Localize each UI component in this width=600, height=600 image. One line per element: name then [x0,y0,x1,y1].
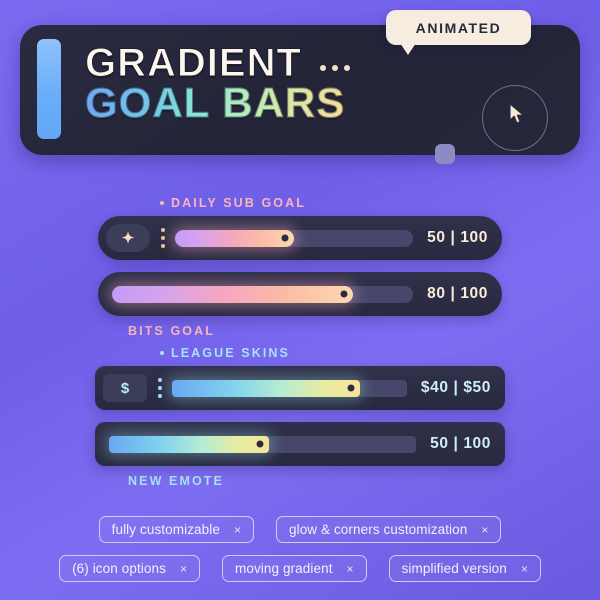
tag-label: glow & corners customization [288,522,468,537]
tag-icon-options[interactable]: (6) icon options × [59,555,200,582]
goal-bar-value: 50 | 100 [430,435,491,452]
drag-dots-icon[interactable] [158,378,162,398]
goal-bar-icon-glyph: $ [120,379,130,397]
resize-handle[interactable] [435,144,455,164]
sparkle-icon[interactable]: ✦ [106,224,150,252]
tag-label: moving gradient [234,561,333,576]
page-root: GRADIENT GOAL BARS ANIMATED DAILY SUB GO… [0,0,600,600]
ellipsis-dots-icon [319,65,350,72]
tag-close-icon[interactable]: × [234,523,241,537]
goal-bar-knob[interactable] [281,234,289,242]
goal-bar-track[interactable] [172,379,407,397]
tag-simplified-version[interactable]: simplified version × [388,555,541,582]
title-group: GRADIENT GOAL BARS [85,41,350,125]
goal-bar-fill [175,229,295,247]
goal-bar-label: BITS GOAL [128,324,600,338]
tag-close-icon[interactable]: × [180,562,187,576]
tag-close-icon[interactable]: × [521,562,528,576]
goal-bar-knob[interactable] [347,384,355,392]
goal-bar-label: DAILY SUB GOAL [160,196,600,210]
page-title-sub: GOAL BARS [85,80,350,125]
goal-bar-label-text: LEAGUE SKINS [171,346,290,360]
goal-bar-label: NEW EMOTE [128,474,600,488]
goal-bar-track-container[interactable]: 80 | 100 [98,272,502,316]
goal-bar-track[interactable] [112,285,414,303]
drag-dots-icon[interactable] [161,228,165,248]
tag-row-2: (6) icon options × moving gradient × sim… [59,555,541,582]
tag-label: simplified version [401,561,507,576]
tag-glow-corners-customization[interactable]: glow & corners customization × [275,516,502,543]
goal-bar-fill [112,285,353,303]
tag-label: fully customizable [111,522,220,537]
goal-bar-label-text: NEW EMOTE [128,474,224,488]
goal-bar-label-text: BITS GOAL [128,324,215,338]
goal-bar-fill [172,379,360,397]
goal-bar-knob[interactable] [340,290,348,298]
goal-bar-value: 50 | 100 [427,229,488,246]
goal-bar-track-container[interactable]: 50 | 100 [95,422,505,466]
accent-bar [37,39,61,139]
dollar-icon[interactable]: $ [103,374,147,402]
tag-list: fully customizable × glow & corners cust… [0,516,600,582]
goal-bar-label: LEAGUE SKINS [160,346,600,360]
goal-bar-item: LEAGUE SKINS $ $40 | $50 [0,346,600,410]
page-title-main: GRADIENT [85,41,302,85]
arrow-cursor-icon [509,103,524,124]
cursor-circle [482,85,548,151]
status-badge-label: ANIMATED [415,19,502,36]
goal-bar-item: 80 | 100 BITS GOAL [0,272,600,338]
goal-bar-track-container[interactable]: $ $40 | $50 [95,366,505,410]
bullet-dot-icon [160,351,164,355]
status-badge: ANIMATED [386,10,531,55]
goal-bar-label-text: DAILY SUB GOAL [171,196,306,210]
tag-label: (6) icon options [72,561,166,576]
goal-bar-track[interactable] [175,229,414,247]
tag-moving-gradient[interactable]: moving gradient × [221,555,367,582]
tag-close-icon[interactable]: × [481,523,488,537]
goal-bar-icon-glyph: ✦ [121,230,135,247]
tag-fully-customizable[interactable]: fully customizable × [98,516,254,543]
goal-bar-value: 80 | 100 [427,285,488,302]
bullet-dot-icon [160,201,164,205]
goal-bar-knob[interactable] [256,440,264,448]
goal-bar-value: $40 | $50 [420,379,491,396]
tag-close-icon[interactable]: × [347,562,354,576]
goal-bar-fill [109,435,269,453]
goal-bar-track-container[interactable]: ✦ 50 | 100 [98,216,502,260]
goal-bar-item: DAILY SUB GOAL ✦ 50 | 100 [0,196,600,260]
goal-bar-item: 50 | 100 NEW EMOTE [0,422,600,488]
goal-bar-track[interactable] [109,435,417,453]
tag-row-1: fully customizable × glow & corners cust… [98,516,502,543]
